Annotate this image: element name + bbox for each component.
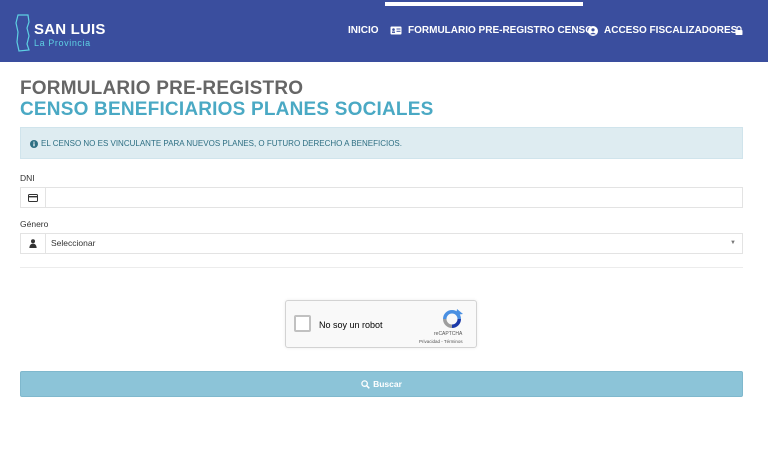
navbar: SAN LUIS La Provincia INICIO FORMULARIO … <box>0 0 768 62</box>
credit-card-icon <box>28 189 38 207</box>
search-button[interactable]: Buscar <box>20 371 743 397</box>
dni-label: DNI <box>20 173 35 183</box>
province-map-icon <box>15 14 30 52</box>
lock-icon <box>735 26 743 38</box>
recaptcha-widget: No soy un robot reCAPTCHA Privacidad - T… <box>285 300 477 348</box>
alert-text: EL CENSO NO ES VINCULANTE PARA NUEVOS PL… <box>41 139 402 148</box>
search-icon <box>361 379 370 389</box>
info-circle-icon <box>30 139 38 148</box>
page-subtitle: CENSO BENEFICIARIOS PLANES SOCIALES <box>20 99 434 120</box>
recaptcha-checkbox[interactable] <box>294 315 311 332</box>
dni-addon <box>21 188 46 207</box>
user-circle-icon <box>588 25 598 36</box>
genero-addon <box>21 234 46 253</box>
nav-acceso-label: ACCESO FISCALIZADORES <box>604 25 738 36</box>
logo-title: SAN LUIS <box>34 21 106 38</box>
form-divider <box>20 267 743 268</box>
genero-select[interactable]: Seleccionar ▼ <box>20 233 743 254</box>
user-icon <box>29 235 37 253</box>
nav-formulario-label: FORMULARIO PRE-REGISTRO CENSO <box>408 25 594 36</box>
top-highlight-bar <box>385 2 583 6</box>
page-title: FORMULARIO PRE-REGISTRO <box>20 78 304 99</box>
info-alert: EL CENSO NO ES VINCULANTE PARA NUEVOS PL… <box>20 127 743 159</box>
recaptcha-label: No soy un robot <box>319 320 383 330</box>
lock-button[interactable] <box>735 26 743 38</box>
recaptcha-brand: reCAPTCHA <box>434 331 463 337</box>
genero-selected-value: Seleccionar <box>51 238 96 248</box>
chevron-down-icon: ▼ <box>730 240 736 246</box>
nav-inicio-label: INICIO <box>348 25 379 36</box>
dni-field[interactable] <box>20 187 743 208</box>
nav-inicio[interactable]: INICIO <box>348 25 379 36</box>
nav-formulario-pre-registro-censo[interactable]: FORMULARIO PRE-REGISTRO CENSO <box>390 25 593 36</box>
san-luis-logo[interactable]: SAN LUIS La Provincia <box>14 14 114 52</box>
logo-subtitle: La Provincia <box>34 38 91 48</box>
nav-acceso-fiscalizadores[interactable]: ACCESO FISCALIZADORES <box>588 25 737 36</box>
id-card-icon <box>390 26 402 35</box>
recaptcha-links[interactable]: Privacidad - Términos <box>419 339 463 344</box>
genero-label: Género <box>20 219 49 229</box>
search-button-label: Buscar <box>373 379 402 389</box>
